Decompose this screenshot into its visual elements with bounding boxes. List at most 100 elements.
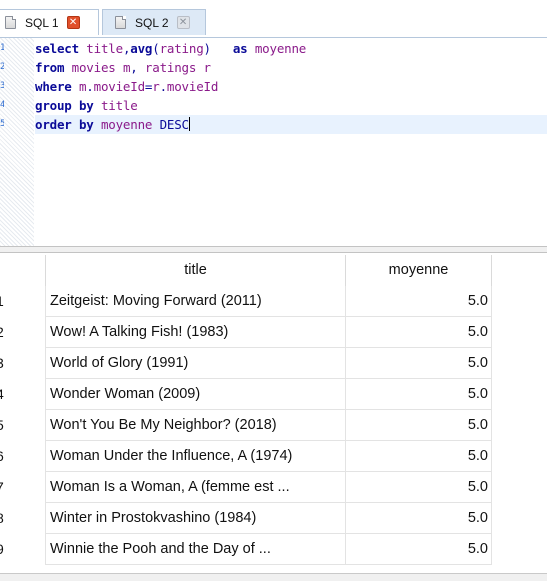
tab-sql-1[interactable]: SQL 1 ✕ [0, 9, 99, 35]
code-token: movieId [93, 79, 145, 94]
table-row[interactable]: 6Woman Under the Influence, A (1974)5.0 [0, 441, 547, 472]
code-token: avg [130, 41, 153, 56]
cell-moyenne[interactable]: 5.0 [346, 534, 492, 565]
code-token: r [203, 60, 212, 75]
code-token: group [35, 98, 72, 113]
tab-label: SQL 1 [25, 15, 59, 30]
code-token: moyenne [100, 117, 153, 132]
code-line[interactable]: group by title [35, 96, 138, 115]
row-number[interactable]: 2 [0, 317, 45, 348]
code-line[interactable]: where m.movieId=r.movieId [35, 77, 218, 96]
code-line[interactable]: order by moyenne DESC [35, 115, 547, 134]
pane-splitter[interactable] [0, 246, 547, 253]
row-number[interactable]: 6 [0, 441, 45, 472]
line-number: 1 [0, 43, 4, 53]
code-token: by [78, 117, 94, 132]
table-row[interactable]: 5Won't You Be My Neighbor? (2018)5.0 [0, 410, 547, 441]
cell-moyenne[interactable]: 5.0 [346, 410, 492, 441]
code-token: moyenne [254, 41, 307, 56]
code-token: DESC [159, 117, 190, 132]
column-header-moyenne[interactable]: moyenne [346, 255, 492, 286]
cell-title[interactable]: Winter in Prostokvashino (1984) [45, 503, 346, 534]
cell-title[interactable]: Won't You Be My Neighbor? (2018) [45, 410, 346, 441]
cell-title[interactable]: Wonder Woman (2009) [45, 379, 346, 410]
code-token: order [35, 117, 72, 132]
cell-moyenne[interactable]: 5.0 [346, 503, 492, 534]
code-token: r [152, 79, 160, 94]
cell-title[interactable]: World of Glory (1991) [45, 348, 346, 379]
cell-moyenne[interactable]: 5.0 [346, 441, 492, 472]
document-icon [115, 16, 126, 29]
cell-title[interactable]: Zeitgeist: Moving Forward (2011) [45, 286, 346, 317]
code-token: ) [203, 41, 212, 56]
code-token: movies [71, 60, 116, 75]
cell-moyenne[interactable]: 5.0 [346, 472, 492, 503]
results-grid[interactable]: title moyenne 1Zeitgeist: Moving Forward… [0, 253, 547, 581]
code-token: where [35, 79, 72, 94]
cell-moyenne[interactable]: 5.0 [346, 286, 492, 317]
table-row[interactable]: 3World of Glory (1991)5.0 [0, 348, 547, 379]
row-number[interactable]: 3 [0, 348, 45, 379]
line-number: 5 [0, 119, 4, 129]
table-row[interactable]: 2Wow! A Talking Fish! (1983)5.0 [0, 317, 547, 348]
row-number[interactable]: 8 [0, 503, 45, 534]
code-token: ( [152, 41, 160, 56]
cell-moyenne[interactable]: 5.0 [346, 379, 492, 410]
editor-tab-bar: SQL 1 ✕ SQL 2 ✕ [0, 0, 547, 38]
code-token: title [86, 41, 123, 56]
cell-title[interactable]: Winnie the Pooh and the Day of ... [45, 534, 346, 565]
column-header-title[interactable]: title [45, 255, 346, 286]
tab-label: SQL 2 [135, 15, 169, 30]
code-token: . [86, 79, 94, 94]
row-number[interactable]: 1 [0, 286, 45, 317]
cell-title[interactable]: Woman Under the Influence, A (1974) [45, 441, 346, 472]
row-number[interactable]: 4 [0, 379, 45, 410]
row-number[interactable]: 5 [0, 410, 45, 441]
code-token: , [130, 60, 145, 75]
cell-title[interactable]: Wow! A Talking Fish! (1983) [45, 317, 346, 348]
results-header: title moyenne [45, 255, 492, 286]
row-number[interactable]: 7 [0, 472, 45, 503]
table-row[interactable]: 4Wonder Woman (2009)5.0 [0, 379, 547, 410]
cell-moyenne[interactable]: 5.0 [346, 348, 492, 379]
cell-title[interactable]: Woman Is a Woman, A (femme est ... [45, 472, 346, 503]
table-row[interactable]: 7Woman Is a Woman, A (femme est ...5.0 [0, 472, 547, 503]
code-token: movieId [166, 79, 219, 94]
line-number-gutter [0, 38, 34, 246]
code-token: . [159, 79, 168, 94]
close-icon[interactable]: ✕ [66, 16, 80, 29]
code-token: from [35, 60, 65, 75]
document-icon [5, 16, 16, 29]
text-cursor [188, 117, 190, 131]
line-number: 4 [0, 100, 4, 110]
cell-moyenne[interactable]: 5.0 [346, 317, 492, 348]
code-token: title [100, 98, 138, 113]
code-token: select [35, 41, 79, 56]
table-row[interactable]: 8Winter in Prostokvashino (1984)5.0 [0, 503, 547, 534]
sql-editor[interactable]: 12345 select title,avg(rating) as moyenn… [0, 38, 547, 246]
horizontal-scrollbar[interactable] [0, 573, 547, 581]
table-row[interactable]: 9Winnie the Pooh and the Day of ...5.0 [0, 534, 547, 565]
code-token: ratings [144, 60, 197, 75]
line-number: 2 [0, 62, 4, 72]
close-icon[interactable]: ✕ [176, 16, 190, 29]
line-number: 3 [0, 81, 4, 91]
tab-sql-2[interactable]: SQL 2 ✕ [102, 9, 206, 35]
row-number[interactable]: 9 [0, 534, 45, 565]
code-token: rating [159, 41, 204, 56]
table-row[interactable]: 1Zeitgeist: Moving Forward (2011)5.0 [0, 286, 547, 317]
code-token: as [232, 41, 248, 56]
code-line[interactable]: from movies m, ratings r [35, 58, 211, 77]
code-line[interactable]: select title,avg(rating) as moyenne [35, 39, 306, 58]
